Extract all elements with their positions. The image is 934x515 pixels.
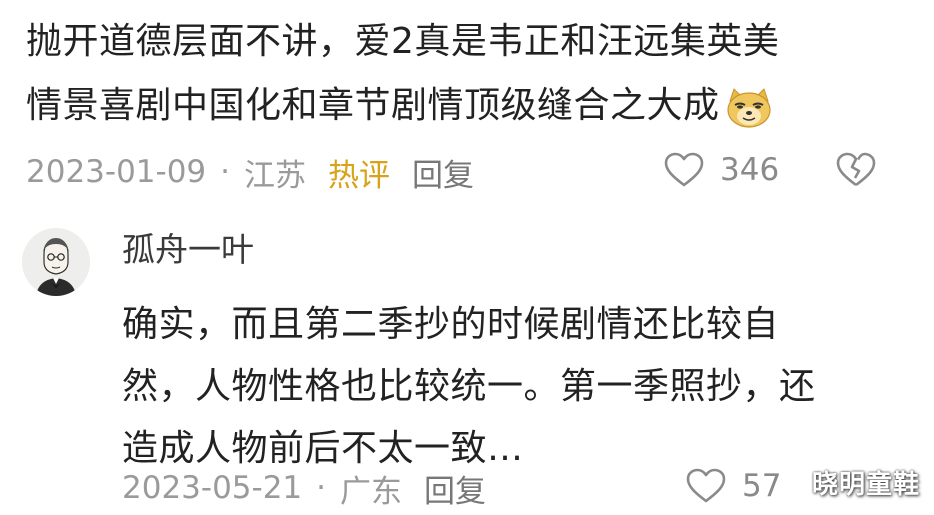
comment-text-line: 情景喜剧中国化和章节剧情顶级缝合之大成 <box>26 74 906 138</box>
reply-text-line: 确实，而且第二季抄的时候剧情还比较自 <box>122 304 780 345</box>
reply-meta: 2023-05-21 · 广东 回复 <box>122 466 486 511</box>
comment-text-line-content: 情景喜剧中国化和章节剧情顶级缝合之大成 <box>26 85 720 126</box>
broken-heart-icon <box>836 152 876 192</box>
like-count: 57 <box>742 468 782 504</box>
reply-comment: 孤舟一叶 确实，而且第二季抄的时候剧情还比较自 然，人物性格也比较统一。第一季照… <box>122 226 862 480</box>
comment-location: 江苏 <box>244 157 307 194</box>
comment-text: 抛开道德层面不讲，爱2真是韦正和汪远集英美 情景喜剧中国化和章节剧情顶级缝合之大… <box>26 10 906 138</box>
reply-text: 确实，而且第二季抄的时候剧情还比较自 然，人物性格也比较统一。第一季照抄，还 造… <box>122 294 862 480</box>
reply-button[interactable]: 回复 <box>424 466 486 511</box>
reply-button[interactable]: 回复 <box>412 150 474 195</box>
meta-separator: · <box>316 470 327 506</box>
doge-icon <box>724 86 774 128</box>
main-comment: 抛开道德层面不讲，爱2真是韦正和汪远集英美 情景喜剧中国化和章节剧情顶级缝合之大… <box>26 10 906 138</box>
like-count: 346 <box>720 152 780 188</box>
meta-separator: · <box>220 154 231 190</box>
reply-date: 2023-05-21 <box>122 470 303 506</box>
heart-icon <box>686 468 726 504</box>
avatar-portrait-icon <box>22 228 90 296</box>
hot-comment-badge: 热评 <box>328 157 391 194</box>
watermark: 晓明童鞋 <box>811 470 920 500</box>
comment-text-line: 抛开道德层面不讲，爱2真是韦正和汪远集英美 <box>26 21 780 62</box>
like-button[interactable]: 57 <box>686 468 781 504</box>
comment-date: 2023-01-09 <box>26 154 207 190</box>
dislike-button[interactable] <box>836 152 876 192</box>
reply-username[interactable]: 孤舟一叶 <box>122 226 862 274</box>
heart-icon <box>664 152 704 188</box>
like-button[interactable]: 346 <box>664 152 779 188</box>
reply-location: 广东 <box>340 473 403 510</box>
avatar[interactable] <box>22 228 90 296</box>
comment-meta: 2023-01-09 · 江苏 热评 回复 <box>26 150 474 195</box>
reply-text-line: 然，人物性格也比较统一。第一季照抄，还 <box>122 366 816 407</box>
